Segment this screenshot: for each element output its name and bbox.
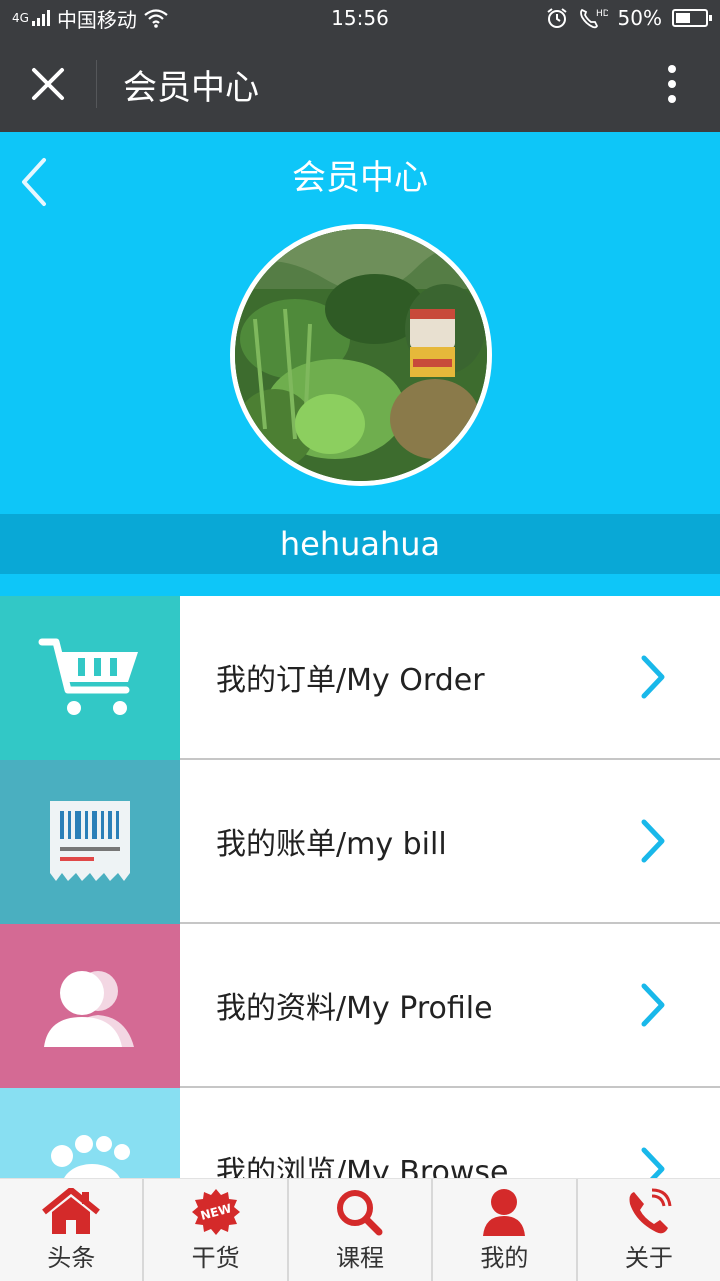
chevron-right-icon: [641, 819, 665, 863]
menu-row: 我的账单/my bill: [180, 760, 720, 924]
menu-item-bill[interactable]: 我的账单/my bill: [0, 760, 720, 924]
tab-mine[interactable]: 我的: [433, 1179, 578, 1281]
member-header: 会员中心 hehuahua: [0, 132, 720, 596]
chevron-right-icon: [641, 655, 665, 699]
battery-icon: [672, 9, 712, 27]
tab-courses[interactable]: 课程: [289, 1179, 434, 1281]
username: hehuahua: [0, 514, 720, 574]
header-title: 会员中心: [292, 158, 428, 198]
new-badge-icon: NEW: [191, 1188, 240, 1235]
bottom-tab-bar: 头条 NEW 干货 课程 我的 关于: [0, 1178, 720, 1281]
home-icon: [42, 1187, 101, 1234]
menu-icon-tile: [0, 924, 180, 1088]
more-vertical-icon: [668, 65, 676, 103]
tab-label: 干货: [191, 1243, 240, 1272]
avatar[interactable]: [230, 224, 492, 486]
webview-titlebar: 会员中心: [0, 36, 720, 132]
status-bar: 4G 中国移动 15:56 HD 50%: [0, 0, 720, 36]
clock: 15:56: [331, 6, 389, 30]
tab-about[interactable]: 关于: [578, 1179, 720, 1281]
menu-label: 我的订单/My Order: [216, 663, 485, 698]
avatar-image: [235, 229, 487, 481]
close-button[interactable]: [0, 36, 96, 132]
receipt-icon: [50, 801, 130, 881]
tab-label: 头条: [47, 1243, 96, 1272]
cart-icon: [38, 638, 138, 715]
user-icon: [483, 1188, 526, 1236]
tab-goods[interactable]: NEW 干货: [144, 1179, 289, 1281]
users-icon: [44, 971, 134, 1047]
tab-label: 课程: [336, 1243, 385, 1272]
search-icon: [337, 1189, 383, 1235]
menu-label: 我的资料/My Profile: [216, 991, 493, 1026]
menu-item-order[interactable]: 我的订单/My Order: [0, 596, 720, 760]
more-button[interactable]: [624, 36, 720, 132]
menu-icon-tile: [0, 596, 180, 760]
menu-icon-tile: [0, 760, 180, 924]
menu-row: 我的订单/My Order: [180, 596, 720, 760]
tab-label: 关于: [624, 1243, 673, 1272]
member-menu: 我的订单/My Order 我的账单/my bill 我的资料/My Profi…: [0, 596, 720, 1252]
battery-fill: [676, 13, 690, 23]
titlebar-divider: [96, 60, 97, 108]
tab-label: 我的: [480, 1243, 529, 1272]
menu-label: 我的账单/my bill: [216, 827, 447, 862]
phone-icon: [629, 1188, 672, 1233]
menu-row: 我的资料/My Profile: [180, 924, 720, 1088]
chevron-right-icon: [641, 983, 665, 1027]
menu-item-profile[interactable]: 我的资料/My Profile: [0, 924, 720, 1088]
tab-headlines[interactable]: 头条: [0, 1179, 145, 1281]
page-title: 会员中心: [123, 67, 259, 108]
close-icon: [32, 68, 64, 100]
